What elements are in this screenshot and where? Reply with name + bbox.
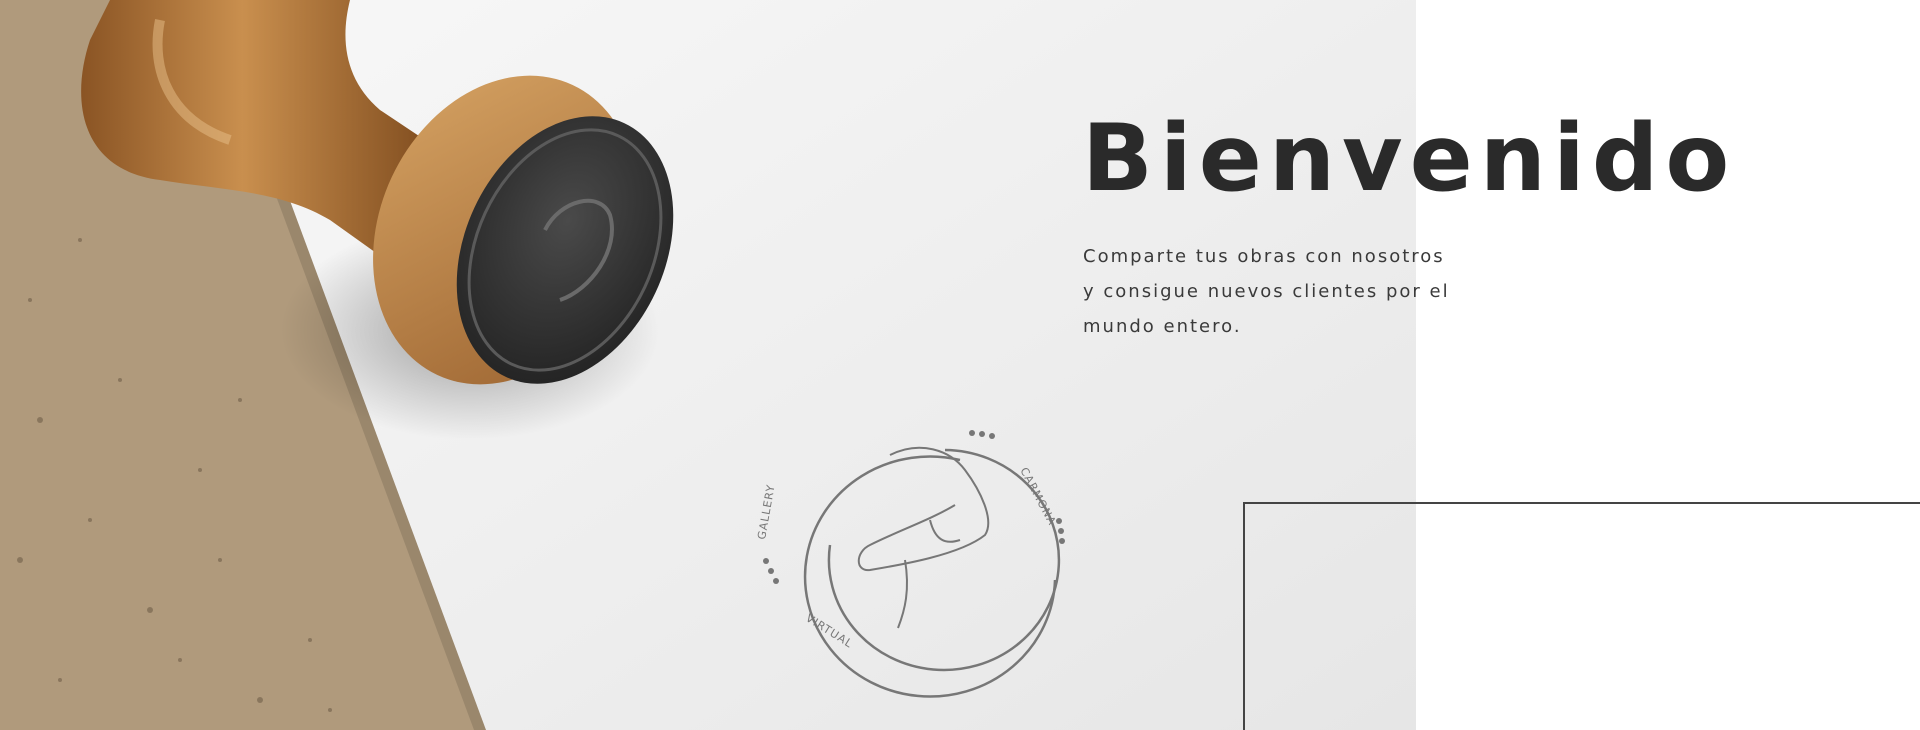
hero-description-line: y consigue nuevos clientes por el	[1083, 281, 1450, 302]
hero-section: CARMONA GALLERY VIRTUAL Bienvenido Compa…	[0, 0, 1920, 730]
hero-title: Bienvenido	[1082, 104, 1737, 212]
hero-description-line: mundo entero.	[1083, 316, 1242, 337]
hero-description-line: Comparte tus obras con nosotros	[1083, 246, 1445, 267]
hero-description: Comparte tus obras con nosotros y consig…	[1083, 239, 1523, 344]
decorative-frame	[1243, 502, 1920, 730]
